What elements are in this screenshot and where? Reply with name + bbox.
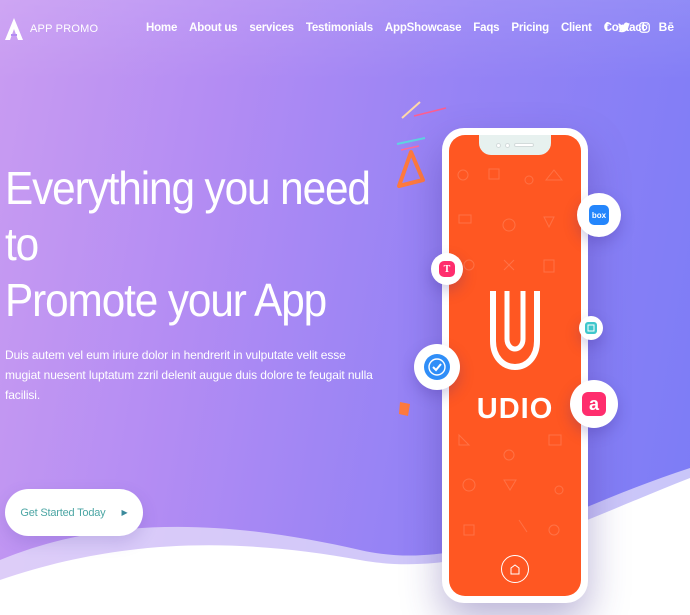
chevron-right-icon: ▶ (121, 508, 128, 517)
hero-title: Everything you need to Promote your App (5, 160, 373, 328)
t-app-badge: T (431, 253, 463, 285)
t-icon: T (439, 261, 455, 277)
phone-mockup: UDIO (442, 128, 588, 603)
instagram-icon[interactable] (638, 21, 650, 33)
app-name: UDIO (476, 393, 554, 425)
nav-faqs[interactable]: Faqs (473, 22, 499, 34)
small-app-badge (579, 316, 603, 340)
phone-screen: UDIO (449, 135, 581, 596)
box-app-badge: box (577, 193, 621, 237)
nav-pricing[interactable]: Pricing (511, 22, 549, 34)
brand-logo[interactable]: APP PROMO (4, 17, 98, 41)
nav-services[interactable]: services (249, 22, 294, 34)
nav-client[interactable]: Client (561, 22, 592, 34)
box-label: box (591, 210, 607, 220)
decorative-streak (401, 101, 447, 119)
social-links: f Bē (605, 20, 674, 34)
hero-description: Duis autem vel eum iriure dolor in hendr… (5, 348, 373, 402)
hero-title-line-2: Promote your App (5, 274, 327, 326)
facebook-icon[interactable]: f (605, 20, 609, 34)
t-label: T (443, 263, 451, 275)
checklist-app-badge (414, 344, 460, 390)
box-icon: box (589, 205, 609, 225)
hero-title-line-1: Everything you need to (5, 162, 371, 270)
a-app-badge: a (570, 380, 618, 428)
logo-icon (5, 18, 23, 40)
behance-icon[interactable]: Bē (659, 20, 674, 34)
decorative-square (399, 402, 410, 416)
get-started-label: Get Started Today (20, 506, 106, 519)
a-label: a (588, 393, 599, 414)
udio-logo-icon (490, 291, 540, 371)
get-started-button[interactable]: Get Started Today ▶ (5, 489, 143, 536)
home-button-icon (501, 555, 529, 583)
site-header: APP PROMO Home About us services Testimo… (0, 0, 690, 60)
nav-about-us[interactable]: About us (189, 22, 237, 34)
nav-appshowcase[interactable]: AppShowcase (385, 22, 462, 34)
camera-dot (496, 142, 501, 148)
sensor-dot (505, 142, 510, 148)
brand-name: APP PROMO (30, 23, 99, 35)
nav-testimonials[interactable]: Testimonials (306, 22, 373, 34)
phone-notch (479, 135, 551, 155)
decorative-triangle (396, 137, 426, 188)
main-nav: Home About us services Testimonials AppS… (146, 22, 657, 34)
twitter-icon[interactable] (617, 22, 630, 33)
speaker-bar (514, 143, 534, 147)
checkmark-icon (424, 354, 450, 380)
a-icon: a (582, 392, 606, 416)
photo-icon (585, 322, 597, 334)
nav-home[interactable]: Home (146, 22, 177, 34)
